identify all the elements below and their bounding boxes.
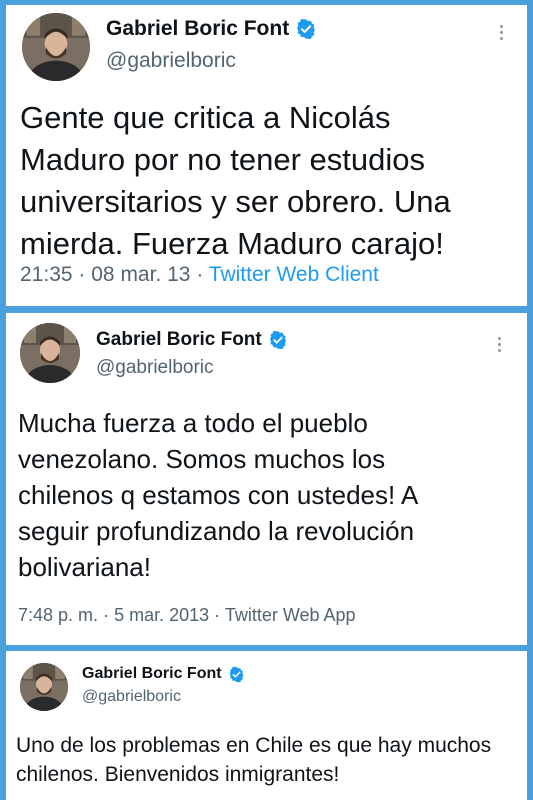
tweet-card-2: Gabriel Boric Font @gabrielboric Mucha f… xyxy=(6,313,527,645)
tweet-card-1: Gabriel Boric Font @gabrielboric Gente q… xyxy=(6,5,527,306)
tweet-time[interactable]: 7:48 p. m. xyxy=(18,605,98,625)
meta-separator: · xyxy=(78,263,86,286)
profile-avatar-icon xyxy=(20,323,80,383)
more-options-icon[interactable] xyxy=(498,337,501,352)
profile-avatar-icon xyxy=(22,13,90,81)
author-name[interactable]: Gabriel Boric Font xyxy=(106,17,289,41)
tweet-text: Gente que critica a Nicolás Maduro por n… xyxy=(20,100,451,261)
avatar[interactable] xyxy=(20,663,68,711)
author-name[interactable]: Gabriel Boric Font xyxy=(82,665,222,683)
verified-badge-icon xyxy=(295,18,317,40)
verified-badge-icon xyxy=(268,330,288,350)
meta-separator: · xyxy=(103,605,110,625)
verified-badge-icon xyxy=(228,666,245,683)
meta-separator: · xyxy=(214,605,221,625)
profile-avatar-icon xyxy=(20,663,68,711)
more-options-icon[interactable] xyxy=(500,25,503,40)
tweet-date[interactable]: 08 mar. 13 xyxy=(91,263,190,286)
tweet-time[interactable]: 21:35 xyxy=(20,263,73,286)
author-handle[interactable]: @gabrielboric xyxy=(82,688,181,706)
tweet-text: Mucha fuerza a todo el pueblo venezolano… xyxy=(18,408,419,582)
tweet-source-link[interactable]: Twitter Web Client xyxy=(209,263,379,286)
tweet-meta: 7:48 p. m. · 5 mar. 2013 · Twitter Web A… xyxy=(18,605,356,626)
tweet-source-link[interactable]: Twitter Web App xyxy=(225,605,356,625)
meta-separator: · xyxy=(196,263,204,286)
avatar[interactable] xyxy=(20,323,80,383)
tweet-meta: 21:35 · 08 mar. 13 · Twitter Web Client xyxy=(20,263,379,287)
author-handle[interactable]: @gabrielboric xyxy=(106,49,236,73)
tweet-card-3: Gabriel Boric Font @gabrielboric Uno de … xyxy=(6,651,527,800)
tweet-date[interactable]: 5 mar. 2013 xyxy=(114,605,209,625)
author-name[interactable]: Gabriel Boric Font xyxy=(96,329,262,351)
avatar[interactable] xyxy=(22,13,90,81)
author-handle[interactable]: @gabrielboric xyxy=(96,357,214,379)
tweet-text: Uno de los problemas en Chile es que hay… xyxy=(16,734,492,786)
